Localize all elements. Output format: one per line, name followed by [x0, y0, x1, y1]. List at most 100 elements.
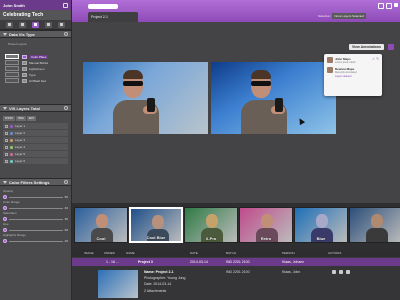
gear-icon[interactable]	[64, 180, 68, 184]
slider-handle[interactable]	[3, 195, 7, 199]
layer-item[interactable]: Layer 2	[3, 130, 68, 136]
filmstrip-thumb[interactable]: Cool Blue	[129, 207, 183, 243]
avatar	[327, 57, 333, 63]
layer-checkbox[interactable]	[5, 138, 8, 142]
layout-preset[interactable]	[5, 72, 19, 77]
close-icon[interactable]	[394, 3, 398, 7]
filmstrip-thumb[interactable]: Cool	[74, 207, 128, 243]
table-row[interactable]: 1 - 16 ... Project 3 2014-03-14 IND 2201…	[72, 258, 400, 266]
filters-panel: Opacity 50 Color Range 40 Saturation 30 Hue 60 H…	[0, 186, 71, 245]
collapse-icon	[3, 180, 7, 184]
layer-color-dot	[10, 152, 13, 156]
layer-tab[interactable]: HIDE	[15, 116, 26, 121]
view-annotations-button[interactable]: View Annotations	[348, 44, 384, 50]
view-icon[interactable]	[332, 270, 336, 274]
slider-track[interactable]	[9, 240, 63, 242]
layer-label: Layer 3	[15, 138, 26, 142]
layout-panel: Preset Layout Color Pikes Manual Bobbs L…	[0, 38, 71, 104]
layer-tab[interactable]: EDIT	[26, 116, 37, 121]
filmstrip-thumb[interactable]	[349, 207, 400, 243]
annotation-item[interactable]: John Maps Lorem ipsum dolor ✓ ✎	[327, 57, 379, 64]
settings-tool-icon[interactable]	[58, 21, 65, 28]
edit-icon[interactable]	[339, 270, 343, 274]
layer-tabs: SHOW HIDE EDIT	[3, 116, 68, 121]
tab-project[interactable]: Project 2-1	[88, 12, 138, 22]
layer-tab[interactable]: SHOW	[3, 116, 15, 121]
layer-item[interactable]: Layer 3	[3, 137, 68, 143]
avatar	[327, 67, 333, 73]
filter-name: X-Pro	[205, 236, 217, 241]
filter-slider: Opacity 50	[3, 189, 68, 199]
image-viewer: View Annotations John Maps Lorem ipsum d…	[72, 22, 400, 203]
layout-option[interactable]: Color Pikes	[22, 54, 68, 59]
edit-icon[interactable]: ✎	[376, 57, 379, 64]
grid-view-icon[interactable]	[378, 3, 384, 9]
layer-checkbox[interactable]	[5, 131, 8, 135]
filmstrip-thumb[interactable]: Retro	[239, 207, 293, 243]
layers-tool-icon[interactable]	[45, 21, 52, 28]
layout-option[interactable]: Type	[22, 72, 68, 77]
layout-option[interactable]: Hil Bladi bed	[22, 78, 68, 83]
layer-checkbox[interactable]	[5, 159, 8, 163]
layout-preset[interactable]	[5, 54, 19, 59]
workspace-title: Celebrating Tech	[0, 10, 71, 20]
layout-grid	[5, 54, 19, 83]
filters-panel-header[interactable]: Color Filters Settings	[0, 178, 71, 186]
layer-color-dot	[10, 131, 13, 135]
filter-slider: Hue 60	[3, 222, 68, 232]
filter-tool-icon[interactable]	[32, 21, 39, 28]
layout-preset[interactable]	[5, 78, 19, 83]
layout-options: Color Pikes Manual Bobbs Lightscreen Typ…	[22, 54, 68, 83]
gear-icon[interactable]	[64, 106, 68, 110]
filter-slider: Highlights Range 20	[3, 233, 68, 243]
list-view-icon[interactable]	[386, 3, 392, 9]
layout-panel-header[interactable]: Data Vis Type	[0, 30, 71, 38]
layers-panel-header[interactable]: VIS Layers Total	[0, 104, 71, 112]
layout-preset[interactable]	[5, 66, 19, 71]
annotations-icon[interactable]	[388, 44, 394, 50]
layer-checkbox[interactable]	[5, 124, 8, 128]
image-tool-icon[interactable]	[6, 21, 13, 28]
filmstrip: Cool Cool Blue X-Pro Retro Blue	[72, 203, 400, 249]
filmstrip-thumb[interactable]: X-Pro	[184, 207, 238, 243]
crop-tool-icon[interactable]	[19, 21, 26, 28]
sidebar: John Smith Celebrating Tech Data Vis Typ…	[0, 0, 72, 300]
layer-checkbox[interactable]	[5, 152, 8, 156]
layers-selection-value[interactable]: None Layers Selected	[332, 13, 366, 19]
logout-icon[interactable]	[63, 2, 68, 8]
slider-handle[interactable]	[3, 206, 7, 210]
slider-handle[interactable]	[3, 228, 7, 232]
row-thumbnail[interactable]	[98, 270, 138, 298]
layer-item[interactable]: Layer 4	[3, 144, 68, 150]
annotations-popup: John Maps Lorem ipsum dolor ✓ ✎ Deanna Ma…	[324, 54, 382, 96]
layer-color-dot	[10, 145, 13, 149]
layer-checkbox[interactable]	[5, 145, 8, 149]
row-actions	[332, 270, 350, 274]
layout-preset[interactable]	[5, 60, 19, 65]
delete-icon[interactable]	[346, 270, 350, 274]
slider-handle[interactable]	[3, 217, 7, 221]
filter-label: Color Range	[3, 200, 20, 204]
annotation-item[interactable]: Deanna Maps Recently annotated Layers de…	[327, 67, 379, 78]
slider-track[interactable]	[9, 196, 63, 198]
layout-option[interactable]: Lightscreen	[22, 66, 68, 71]
filmstrip-thumb[interactable]: Blue	[294, 207, 348, 243]
layout-option[interactable]: Manual Bobbs	[22, 60, 68, 65]
layer-label: Layer 1	[15, 124, 26, 128]
layer-label: Layer 6	[15, 159, 26, 163]
layer-item[interactable]: Layer 1	[3, 123, 68, 129]
user-name[interactable]: John Smith	[3, 3, 25, 8]
slider-track[interactable]	[9, 218, 63, 220]
gear-icon[interactable]	[64, 32, 68, 36]
topbar: Project 2-1 Selection None Layers Select…	[72, 0, 400, 22]
check-icon[interactable]: ✓	[372, 57, 375, 64]
slider-track[interactable]	[9, 229, 63, 231]
data-table: IMAGE ORDER NAME DATE BATCH PERSON ACTIO…	[72, 249, 400, 300]
slider-handle[interactable]	[3, 239, 7, 243]
layer-item[interactable]: Layer 6	[3, 158, 68, 164]
photo-original[interactable]	[83, 62, 208, 134]
layer-item[interactable]: Layer 5	[3, 151, 68, 157]
slider-track[interactable]	[9, 207, 63, 209]
photo-filtered[interactable]	[211, 62, 336, 134]
search-input[interactable]	[88, 4, 118, 9]
